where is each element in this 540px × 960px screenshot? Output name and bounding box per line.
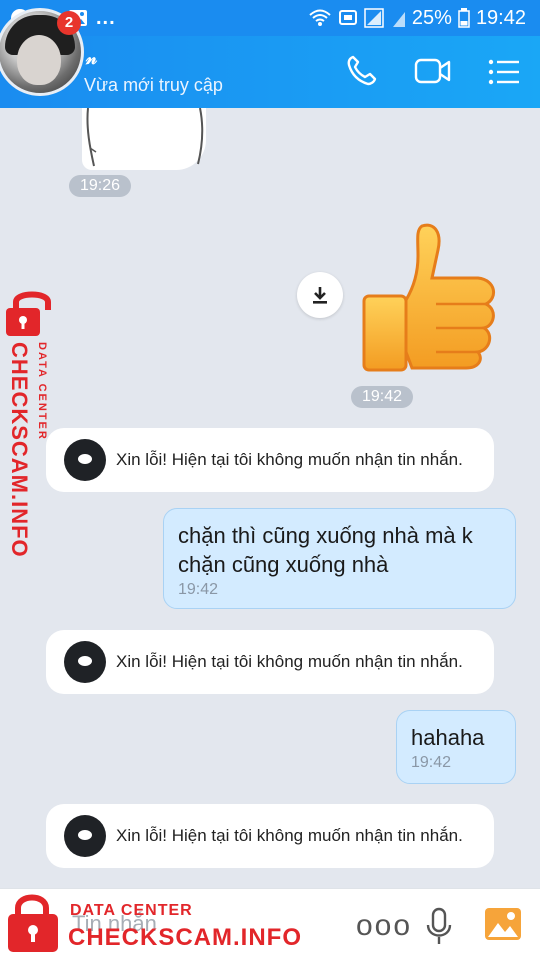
sent-message-time: 19:42 [178, 581, 219, 598]
system-message: Xin lỗi! Hiện tại tôi không muốn nhận ti… [46, 804, 494, 868]
message-time: 19:26 [69, 175, 131, 197]
system-message: Xin lỗi! Hiện tại tôi không muốn nhận ti… [46, 630, 494, 694]
contact-status: Vừa mới truy cập [84, 75, 223, 95]
status-bar: ... 25% 19:42 [0, 0, 540, 36]
system-avatar-icon [64, 439, 106, 481]
received-sticker[interactable] [82, 107, 206, 170]
watermark-side-small: DATA CENTER [36, 342, 48, 441]
signal-icon-2 [392, 12, 405, 27]
watermark-side: CHECKSCAM.INFO DATA CENTER [4, 290, 60, 560]
menu-icon[interactable] [488, 58, 520, 86]
status-time: 19:42 [475, 6, 526, 29]
contact-name[interactable]: 𝓃 [86, 48, 97, 69]
system-message-text: Xin lỗi! Hiện tại tôi không muốn nhận ti… [116, 652, 463, 671]
battery-percent: 25% [411, 6, 452, 29]
system-status: 25% 19:42 [308, 6, 526, 30]
download-button[interactable] [297, 272, 343, 318]
sent-message-line: chặn cũng xuống nhà [178, 552, 389, 577]
sent-message-line: chặn thì cũng xuống nhà mà k [178, 523, 473, 548]
sent-message[interactable]: chặn thì cũng xuống nhà mà k chặn cũng x… [163, 508, 516, 609]
thumbs-up-sticker[interactable] [362, 220, 498, 372]
system-avatar-icon [64, 641, 106, 683]
video-call-icon[interactable] [414, 56, 452, 86]
download-icon [313, 287, 327, 304]
sent-message[interactable]: hahaha 19:42 [396, 710, 516, 784]
more-options-button[interactable]: ooo [356, 911, 412, 941]
system-message: Xin lỗi! Hiện tại tôi không muốn nhận ti… [46, 428, 494, 492]
more-notifications-indicator: ... [96, 7, 116, 29]
signal-icon [364, 8, 384, 28]
chat-area[interactable]: 19:26 19:42 Xin lỗi! Hiện tại tôi không … [0, 107, 540, 888]
microphone-icon[interactable] [424, 907, 454, 947]
watermark-side-text: CHECKSCAM.INFO [7, 342, 32, 558]
sticker-outline [86, 107, 204, 167]
sent-message-text: hahaha [411, 725, 485, 750]
unread-badge: 2 [57, 11, 81, 35]
avatar-face [17, 35, 61, 85]
lock-icon [6, 291, 51, 336]
system-message-text: Xin lỗi! Hiện tại tôi không muốn nhận ti… [116, 450, 463, 469]
system-message-text: Xin lỗi! Hiện tại tôi không muốn nhận ti… [116, 826, 463, 845]
sent-message-time: 19:42 [411, 754, 452, 771]
composer-bar: ooo [0, 888, 540, 960]
message-time: 19:42 [351, 386, 413, 408]
phone-icon[interactable] [344, 54, 378, 88]
system-avatar-icon [64, 815, 106, 857]
wifi-icon [309, 9, 331, 26]
gallery-icon[interactable] [484, 907, 522, 941]
battery-icon [458, 8, 470, 28]
cast-icon [338, 10, 357, 25]
message-input[interactable] [72, 911, 272, 937]
